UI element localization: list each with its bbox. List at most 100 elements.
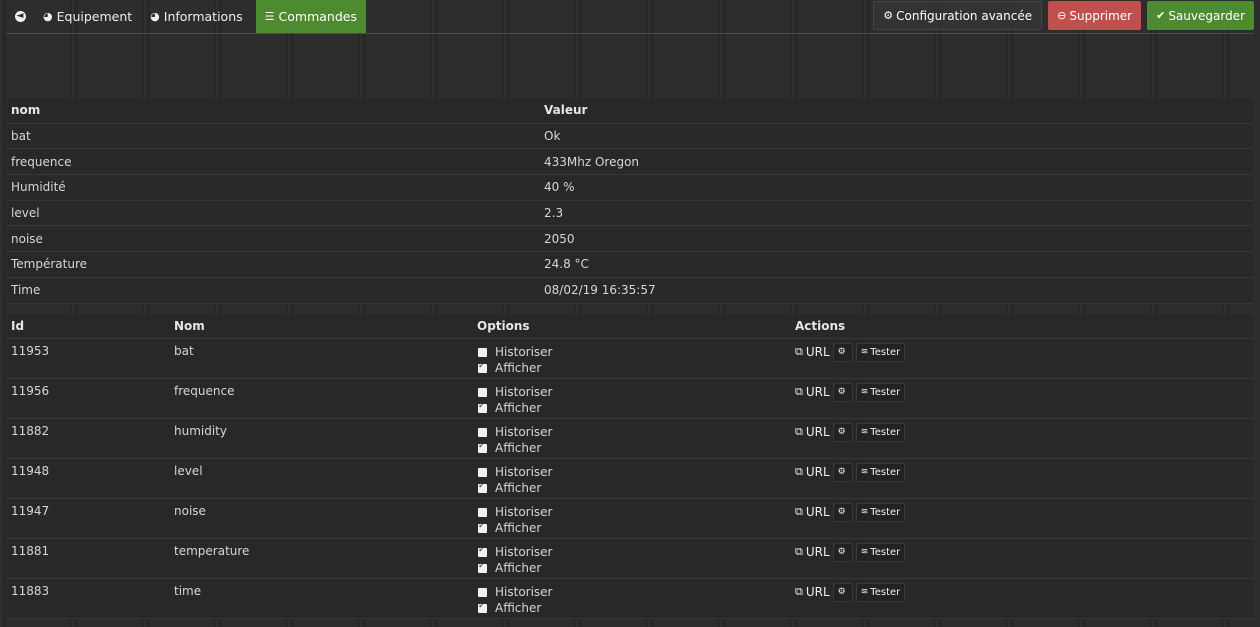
historiser-checkbox[interactable] xyxy=(478,467,487,477)
afficher-checkbox[interactable] xyxy=(478,401,487,413)
header-nom: nom xyxy=(7,98,540,124)
external-link-icon: ⧉ xyxy=(795,465,803,478)
external-link-icon: ⧉ xyxy=(795,545,803,558)
tester-button[interactable]: ≋ Tester xyxy=(855,422,906,442)
afficher-checkbox[interactable] xyxy=(478,561,487,573)
configure-button[interactable]: ⚙ xyxy=(832,342,853,362)
configure-button[interactable]: ⚙ xyxy=(832,502,853,522)
option-afficher: Afficher xyxy=(477,480,787,496)
url-link[interactable]: ⧉ URL xyxy=(795,585,830,599)
cmd-actions: ⧉ URL ⚙ ≋ Tester xyxy=(791,458,1253,499)
tester-button[interactable]: ≋ Tester xyxy=(855,462,906,482)
afficher-checkbox[interactable] xyxy=(478,521,487,533)
info-value: 08/02/19 16:35:57 xyxy=(540,277,1253,304)
tester-button[interactable]: ≋ Tester xyxy=(855,502,906,522)
tester-label: Tester xyxy=(870,466,901,478)
tab-divider xyxy=(6,33,1254,34)
afficher-checkbox[interactable] xyxy=(478,441,487,453)
tester-button[interactable]: ≋ Tester xyxy=(855,542,906,562)
tester-label: Tester xyxy=(870,546,901,558)
tester-label: Tester xyxy=(870,386,901,398)
table-row: 11882humidity Historiser Afficher ⧉URL ⚙ ≋Tes… xyxy=(7,418,1253,459)
historiser-checkbox[interactable] xyxy=(478,347,487,357)
info-name: level xyxy=(7,200,540,227)
check-circle-icon: ✔ xyxy=(1156,9,1166,22)
option-afficher: Afficher xyxy=(477,400,787,416)
commands-table-header: Id Nom Options Actions xyxy=(7,314,1253,339)
tester-button[interactable]: ≋ Tester xyxy=(855,342,906,362)
historiser-checkbox[interactable] xyxy=(478,507,487,517)
cmd-options: Historiser Afficher xyxy=(473,498,791,539)
historiser-checkbox[interactable] xyxy=(478,587,487,597)
configure-button[interactable]: ⚙ xyxy=(832,542,853,562)
historiser-checkbox[interactable] xyxy=(478,427,487,437)
rss-icon: ≋ xyxy=(860,467,869,477)
actions-group: ⧉ URL ⚙ ≋ Tester xyxy=(795,582,1249,602)
cmd-id: 11883 xyxy=(7,578,170,619)
cmd-id: 11948 xyxy=(7,458,170,499)
cmd-options: Historiser Afficher xyxy=(473,418,791,459)
table-row: noise 2050 xyxy=(7,225,1253,253)
afficher-label: Afficher xyxy=(495,521,542,535)
cmd-nom: level xyxy=(170,458,473,499)
url-link[interactable]: ⧉ URL xyxy=(795,385,830,399)
tester-button[interactable]: ≋ Tester xyxy=(855,382,906,402)
afficher-checkbox[interactable] xyxy=(478,481,487,493)
historiser-label: Historiser xyxy=(495,385,553,399)
external-link-icon: ⧉ xyxy=(795,585,803,598)
option-historiser: Historiser xyxy=(477,344,787,360)
info-name: Time xyxy=(7,277,540,304)
rss-icon: ≋ xyxy=(860,507,869,517)
cmd-id: 11956 xyxy=(7,378,170,419)
cmd-options: Historiser Afficher xyxy=(473,458,791,499)
afficher-checkbox[interactable] xyxy=(478,601,487,613)
cogs-icon: ⚙ xyxy=(837,587,846,597)
url-link[interactable]: ⧉ URL xyxy=(795,465,830,479)
url-link[interactable]: ⧉ URL xyxy=(795,545,830,559)
save-button[interactable]: ✔ Sauvegarder xyxy=(1147,1,1254,30)
historiser-checkbox[interactable] xyxy=(478,545,487,557)
cmd-actions: ⧉ URL ⚙ ≋ Tester xyxy=(791,338,1253,379)
configure-button[interactable]: ⚙ xyxy=(832,582,853,602)
list-icon: ☰ xyxy=(264,10,275,23)
cmd-options: Historiser Afficher xyxy=(473,538,791,579)
option-afficher: Afficher xyxy=(477,600,787,616)
configuration-button[interactable]: ⚙ Configuration avancée xyxy=(873,1,1043,30)
table-row: 11947noise Historiser Afficher ⧉URL ⚙ ≋Tester xyxy=(7,498,1253,539)
historiser-label: Historiser xyxy=(495,585,553,599)
cmd-nom: noise xyxy=(170,498,473,539)
configure-button[interactable]: ⚙ xyxy=(832,422,853,442)
actions-group: ⧉ URL ⚙ ≋ Tester xyxy=(795,502,1249,522)
cmd-id: 11882 xyxy=(7,418,170,459)
url-label: URL xyxy=(805,465,830,479)
rss-icon: ≋ xyxy=(860,387,869,397)
tester-label: Tester xyxy=(870,426,901,438)
url-link[interactable]: ⧉ URL xyxy=(795,425,830,439)
info-value: 40 % xyxy=(540,174,1253,201)
back-button[interactable]: ◄ xyxy=(6,0,34,33)
historiser-checkbox[interactable] xyxy=(478,387,487,397)
tester-label: Tester xyxy=(870,346,901,358)
afficher-checkbox[interactable] xyxy=(478,361,487,373)
configure-button[interactable]: ⚙ xyxy=(832,462,853,482)
tab-equipement-label: Equipement xyxy=(56,9,133,24)
configure-button[interactable]: ⚙ xyxy=(832,382,853,402)
url-link[interactable]: ⧉ URL xyxy=(795,345,830,359)
info-table: nom Valeur bat Ok frequence 433Mhz Oregon … xyxy=(7,98,1253,304)
tab-equipement[interactable]: ◕ Equipement xyxy=(34,0,141,33)
delete-button[interactable]: ⊖ Supprimer xyxy=(1048,1,1142,30)
url-link[interactable]: ⧉ URL xyxy=(795,505,830,519)
actions-group: ⧉ URL ⚙ ≋ Tester xyxy=(795,422,1249,442)
option-historiser: Historiser xyxy=(477,384,787,400)
url-label: URL xyxy=(805,585,830,599)
rss-icon: ≋ xyxy=(860,547,869,557)
option-historiser: Historiser xyxy=(477,424,787,440)
info-table-header: nom Valeur xyxy=(7,98,1253,124)
cmd-actions: ⧉ URL ⚙ ≋ Tester xyxy=(791,498,1253,539)
external-link-icon: ⧉ xyxy=(795,505,803,518)
cmd-nom: temperature xyxy=(170,538,473,579)
tab-commandes[interactable]: ☰ Commandes xyxy=(255,0,366,33)
tab-informations[interactable]: ◕ Informations xyxy=(141,0,251,33)
tester-button[interactable]: ≋ Tester xyxy=(855,582,906,602)
cogs-icon: ⚙ xyxy=(837,387,846,397)
